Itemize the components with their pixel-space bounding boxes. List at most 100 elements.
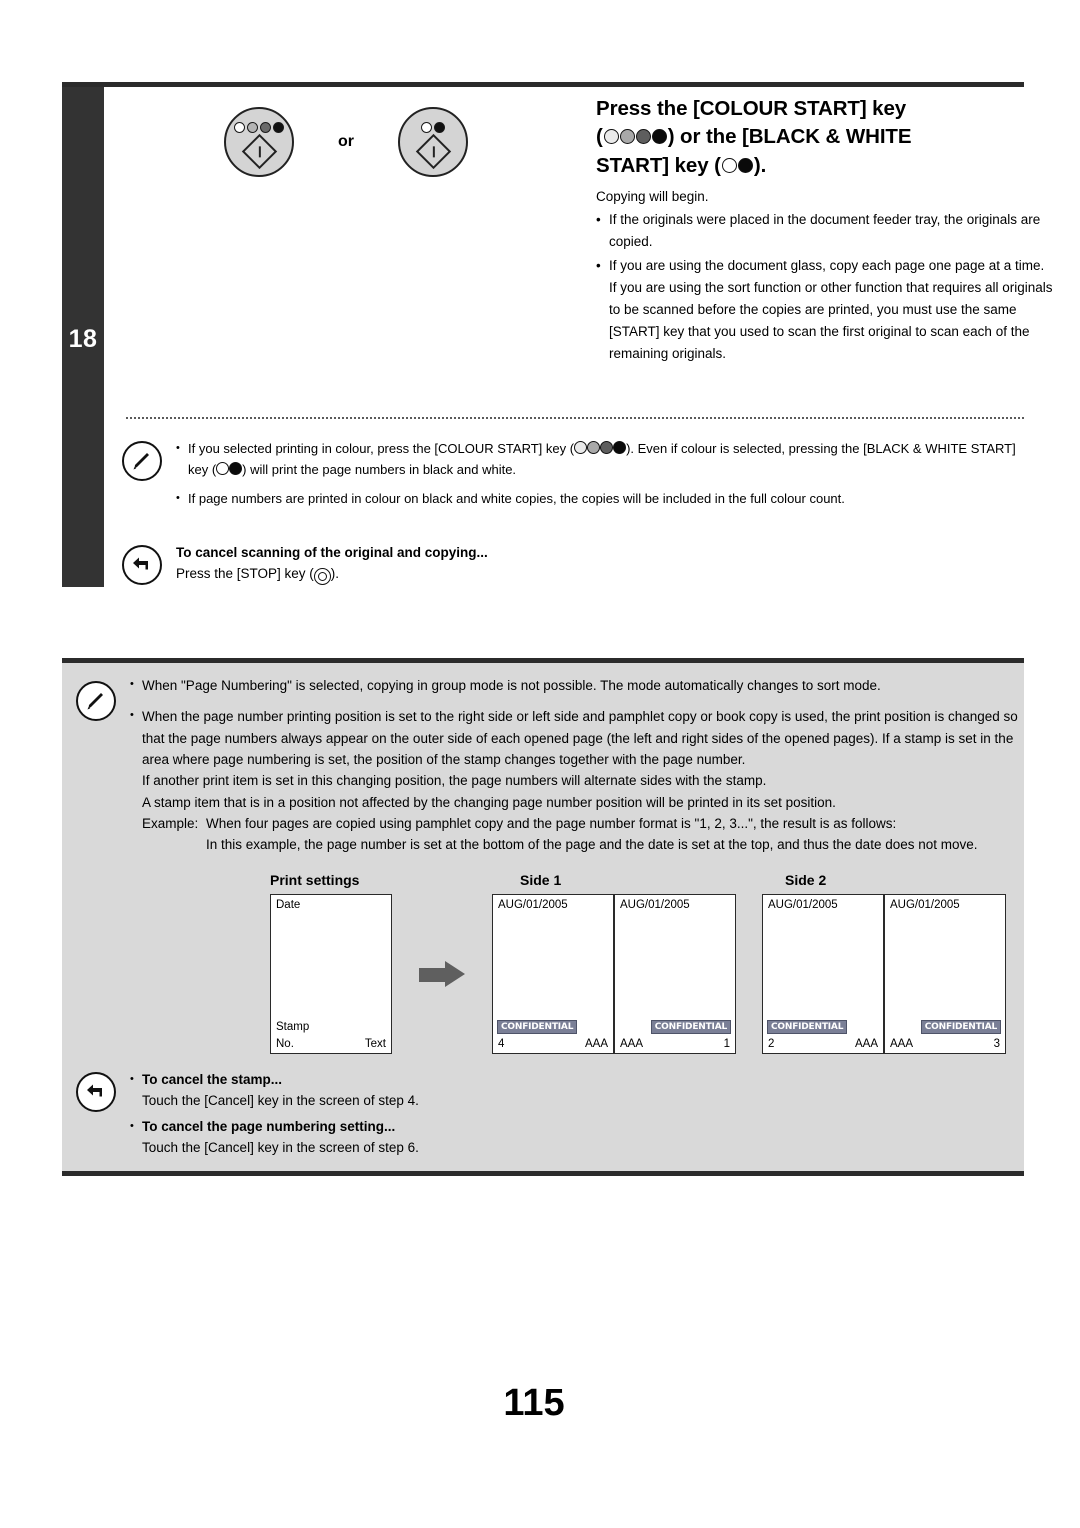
note-row-pencil: • If you selected printing in colour, pr… — [122, 439, 1024, 509]
manual-page: 18 or Press the [COLOUR START] key () o… — [0, 0, 1080, 1528]
page-date: AUG/01/2005 — [890, 898, 960, 911]
step-number-bar: 18 — [62, 87, 104, 587]
step-bullet-2-text: If you are using the document glass, cop… — [609, 258, 1045, 274]
cancel-heading: To cancel scanning of the original and c… — [176, 545, 488, 560]
side-1-pair: AUG/01/2005 CONFIDENTIAL 4 AAA AUG/01/20… — [492, 893, 736, 1054]
step-bullet-1-text: If the originals were placed in the docu… — [609, 212, 1041, 250]
gray-note-box: • When "Page Numbering" is selected, cop… — [62, 658, 1024, 1176]
or-label: or — [338, 133, 354, 150]
note-b1-c: ) will print the page numbers in black a… — [242, 461, 517, 477]
colour-dots-inline — [574, 441, 627, 454]
side1-page-right: AUG/01/2005 CONFIDENTIAL AAA 1 — [614, 893, 736, 1054]
page-stamp: CONFIDENTIAL — [650, 1019, 731, 1034]
bullet-marker: • — [130, 678, 134, 690]
note-bullet-1: • If you selected printing in colour, pr… — [176, 439, 1024, 481]
cancel-item-1-heading: To cancel the stamp... — [142, 1071, 283, 1087]
page-number-value: 115 — [503, 1382, 565, 1424]
return-arrow-icon — [72, 1070, 130, 1159]
page-number-mark: 3 — [993, 1037, 1000, 1050]
step-continuation-text: If you are using the sort function or ot… — [609, 279, 1053, 361]
print-settings-sheet: Date Stamp No. Text — [270, 893, 392, 1054]
cancel-text: Press the [STOP] key (). — [176, 563, 1024, 586]
gray-example-note: In this example, the page number is set … — [206, 837, 978, 853]
colour-dots-inline — [603, 129, 667, 145]
gray-bullet-2-text: When the page number printing position i… — [142, 709, 1018, 767]
cancel-item-1-text: Touch the [Cancel] key in the screen of … — [142, 1092, 419, 1108]
bullet-marker: • — [596, 258, 601, 274]
page-text-mark: AAA — [620, 1037, 644, 1050]
pencil-note-icon — [72, 675, 130, 1058]
example-text: When four pages are copied using pamphle… — [206, 815, 897, 831]
step-body: 18 or Press the [COLOUR START] key () o… — [62, 87, 1053, 587]
return-arrow-icon — [122, 543, 170, 585]
gray-bullet-2: • When the page number printing position… — [130, 706, 1035, 770]
heading-side-1: Side 1 — [520, 871, 562, 888]
page-stamp: CONFIDENTIAL — [497, 1019, 578, 1034]
stop-key-icon — [313, 568, 331, 586]
page-text-mark: AAA — [584, 1037, 608, 1050]
page-text-mark: AAA — [854, 1037, 878, 1050]
page-number-mark: 1 — [723, 1037, 730, 1050]
cancel-item-1: • To cancel the stamp... — [130, 1070, 1010, 1090]
gray-bullet-1-text: When "Page Numbering" is selected, copyi… — [142, 678, 881, 693]
settings-stamp-label: Stamp — [276, 1020, 310, 1033]
gray-sub-2: A stamp item that is in a position not a… — [142, 794, 836, 810]
side2-page-right: AUG/01/2005 CONFIDENTIAL AAA 3 — [884, 893, 1006, 1054]
side-2-pair: AUG/01/2005 CONFIDENTIAL 2 AAA AUG/01/20… — [762, 893, 1006, 1054]
cancel-instructions: • To cancel the stamp... Touch the [Canc… — [62, 1068, 1024, 1171]
settings-text-label: Text — [364, 1037, 386, 1050]
gray-bullet-1: • When "Page Numbering" is selected, cop… — [130, 675, 1035, 696]
note-bullet-2: • If page numbers are printed in colour … — [176, 489, 1024, 510]
note-b1-a: If you selected printing in colour, pres… — [188, 441, 575, 456]
side2-page-left: AUG/01/2005 CONFIDENTIAL 2 AAA — [762, 893, 884, 1054]
step-text-column: Press the [COLOUR START] key () or the [… — [596, 95, 1064, 364]
start-key-illustration: or — [224, 107, 468, 177]
bw-dots-inline — [216, 461, 243, 475]
gray-example: Example: When four pages are copied usin… — [142, 813, 1035, 834]
heading-side-2: Side 2 — [785, 871, 827, 888]
page-text-mark: AAA — [890, 1037, 914, 1050]
page-number-footer: 115 — [0, 1382, 1080, 1425]
cancel-text-a: Press the [STOP] key ( — [176, 566, 314, 582]
gray-note-main: • When "Page Numbering" is selected, cop… — [62, 663, 1024, 1068]
start-diamond-icon — [415, 133, 451, 170]
step-title-line1: Press the [COLOUR START] key — [596, 97, 907, 120]
bullet-marker: • — [596, 212, 601, 228]
bullet-marker: • — [176, 491, 180, 504]
cancel-text-b: ). — [330, 566, 340, 582]
pencil-note-icon — [122, 439, 170, 509]
page-numbering-diagram: Print settings Side 1 Side 2 Date Stamp … — [130, 872, 1035, 1054]
heading-print-settings: Print settings — [270, 871, 360, 888]
step-bullet-2: • If you are using the document glass, c… — [596, 255, 1064, 277]
page-date: AUG/01/2005 — [498, 898, 568, 911]
cancel-item-2: • To cancel the page numbering setting..… — [130, 1117, 1010, 1137]
step-content: or Press the [COLOUR START] key () or th… — [104, 87, 1053, 587]
gray-note-body: • When "Page Numbering" is selected, cop… — [130, 675, 1035, 1058]
note-body: • If you selected printing in colour, pr… — [170, 439, 1024, 509]
example-label: Example: — [142, 815, 199, 831]
gray-sub-1: If another print item is set in this cha… — [142, 773, 767, 789]
colour-key-dots — [234, 122, 284, 133]
note-row-cancel: To cancel scanning of the original and c… — [122, 543, 1024, 586]
page-date: AUG/01/2005 — [768, 898, 838, 911]
page-number-mark: 4 — [498, 1037, 505, 1050]
page-stamp: CONFIDENTIAL — [767, 1019, 848, 1034]
bw-key-dots — [421, 122, 445, 133]
colour-start-key-icon — [224, 107, 294, 177]
bullet-marker: • — [130, 709, 134, 722]
dashed-separator — [126, 417, 1024, 419]
step-bullet-1: • If the originals were placed in the do… — [596, 209, 1064, 253]
bullet-marker: • — [130, 1120, 134, 1133]
note-bullet-2-text: If page numbers are printed in colour on… — [188, 490, 845, 506]
right-arrow-icon — [392, 960, 492, 987]
page-date: AUG/01/2005 — [620, 898, 690, 911]
bw-dots-inline — [721, 157, 753, 173]
cancel-item-2-text: Touch the [Cancel] key in the screen of … — [142, 1140, 419, 1156]
step-title: Press the [COLOUR START] key () or the [… — [596, 95, 1064, 180]
side1-page-left: AUG/01/2005 CONFIDENTIAL 4 AAA — [492, 893, 614, 1054]
cancel-item-2-heading: To cancel the page numbering setting... — [142, 1119, 396, 1135]
step-title-line2: ) or the [BLACK & WHITE — [667, 125, 912, 149]
settings-no-label: No. — [276, 1037, 294, 1050]
step-block: 18 or Press the [COLOUR START] key () o… — [62, 82, 1053, 587]
black-white-start-key-icon — [398, 107, 468, 177]
